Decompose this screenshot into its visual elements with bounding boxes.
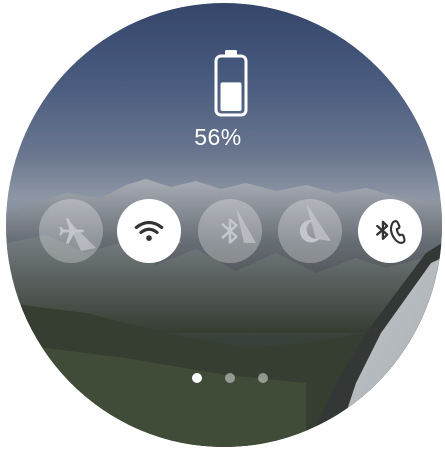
- page-indicator-3[interactable]: [258, 373, 268, 383]
- airplane-icon: [59, 218, 85, 244]
- page-indicator-1[interactable]: [192, 373, 202, 383]
- bluetooth-call-toggle[interactable]: [358, 199, 422, 263]
- battery-percentage: 56%: [194, 124, 242, 150]
- airplane-mode-toggle[interactable]: [39, 199, 103, 263]
- do-not-disturb-toggle[interactable]: [278, 199, 342, 263]
- bluetooth-toggle[interactable]: [198, 199, 262, 263]
- bluetooth-icon: [221, 218, 238, 244]
- wifi-icon: [134, 220, 164, 241]
- page-indicator-2[interactable]: [225, 373, 235, 383]
- bluetooth-call-icon: [376, 220, 406, 244]
- wifi-toggle[interactable]: [117, 199, 181, 263]
- battery-icon: [214, 50, 248, 117]
- moon-icon: [299, 219, 321, 243]
